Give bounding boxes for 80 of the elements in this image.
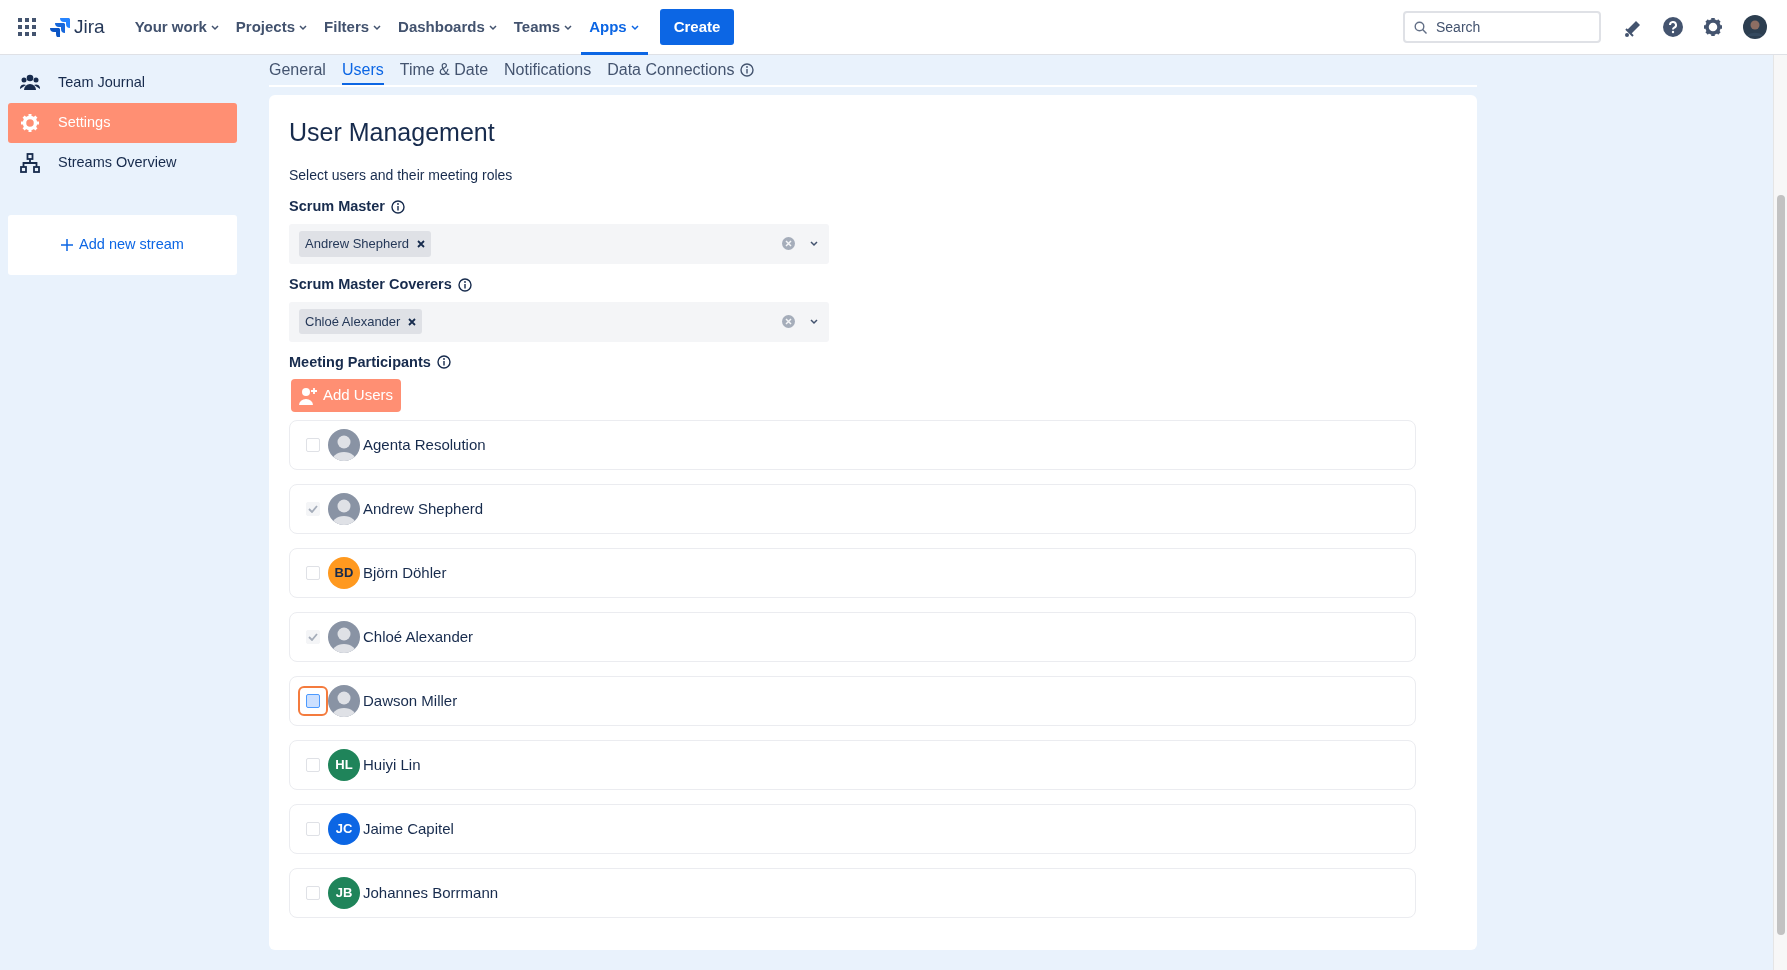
caret-icon [209, 22, 220, 32]
avatar-icon [328, 684, 360, 717]
participant-name: Jaime Capitel [363, 818, 454, 839]
participant-row[interactable]: BD Björn Döhler [289, 547, 1416, 598]
settings-icon[interactable] [1703, 17, 1723, 37]
nav-menu[interactable]: Filters [316, 0, 391, 55]
caret-icon [563, 22, 574, 32]
help-icon[interactable] [1663, 17, 1683, 37]
chevron-down-icon [809, 317, 819, 326]
participant-name: Johannes Borrmann [363, 882, 499, 903]
checkbox[interactable] [306, 693, 320, 708]
participant-row[interactable]: JB Johannes Borrmann [289, 867, 1416, 918]
tab[interactable]: Users [341, 55, 384, 85]
remove-icon [408, 317, 417, 326]
participant-name: Björn Döhler [363, 562, 447, 583]
add-stream-button[interactable]: Add new stream [8, 215, 237, 275]
participant-name: Andrew Shepherd [363, 498, 484, 519]
sidebar-item[interactable]: Team Journal [8, 63, 237, 103]
user-tag: Andrew Shepherd [299, 231, 432, 257]
avatar-icon [328, 620, 360, 653]
description: Select users and their meeting roles [289, 166, 513, 185]
add-user-icon [299, 386, 317, 405]
caret-icon [629, 22, 640, 32]
participant-name: Agenta Resolution [363, 434, 486, 455]
nav-menu[interactable]: Teams [505, 0, 582, 55]
plus-icon [61, 239, 74, 251]
people-icon [20, 73, 40, 93]
remove-icon [417, 239, 426, 248]
avatar-icon [328, 428, 360, 461]
field-label: Scrum Master Coverers [289, 274, 452, 294]
avatar: JB [328, 876, 360, 909]
check-icon [308, 632, 318, 641]
tab[interactable]: Time & Date [399, 55, 489, 85]
clear-icon [782, 237, 795, 251]
nav-menu[interactable]: Dashboards [390, 0, 506, 55]
participant-row[interactable]: Chloé Alexander [289, 611, 1416, 662]
avatar-icon[interactable] [1743, 15, 1767, 39]
participant-row[interactable]: Dawson Miller [289, 675, 1416, 726]
participant-row[interactable]: Andrew Shepherd [289, 483, 1416, 534]
nav-menu[interactable]: Projects [227, 0, 317, 55]
select-field[interactable]: Chloé Alexander [289, 301, 829, 342]
sidebar-item[interactable]: Streams Overview [8, 143, 237, 183]
participant-row[interactable]: Agenta Resolution [289, 419, 1416, 470]
chevron-down-icon [809, 239, 819, 249]
field-label: Meeting Participants [289, 352, 431, 372]
info-icon [390, 199, 405, 214]
caret-icon [372, 22, 383, 32]
product-name[interactable]: Jira [74, 12, 105, 42]
gear-icon [20, 113, 40, 133]
participant-row[interactable]: JC Jaime Capitel [289, 803, 1416, 854]
caret-icon [298, 22, 309, 32]
panel-title: User Management [289, 117, 496, 147]
search-icon [1414, 21, 1427, 34]
participant-row[interactable]: HL Huiyi Lin [289, 739, 1416, 790]
avatar: HL [328, 748, 360, 781]
scrollbar[interactable] [1773, 55, 1787, 970]
tab[interactable]: General [269, 55, 326, 85]
hierarchy-icon [20, 153, 40, 173]
check-icon [308, 504, 318, 513]
participant-name: Dawson Miller [363, 690, 458, 711]
tab[interactable]: Data Connections [607, 55, 755, 85]
info-icon [436, 355, 451, 370]
user-tag: Chloé Alexander [299, 308, 423, 335]
select-field[interactable]: Andrew Shepherd [289, 223, 829, 264]
caret-icon [487, 22, 498, 32]
avatar-icon [328, 492, 360, 525]
clear-icon [782, 315, 795, 328]
app-switcher-icon[interactable] [18, 18, 36, 36]
search-field[interactable]: Search [1403, 11, 1601, 43]
info-icon [457, 277, 472, 292]
nav-menu[interactable]: Your work [126, 0, 228, 55]
participant-name: Chloé Alexander [363, 626, 474, 647]
tab[interactable]: Notifications [504, 55, 592, 85]
logo-icon [50, 17, 70, 37]
nav-menu[interactable]: Apps [581, 0, 648, 55]
create-button[interactable]: Create [659, 8, 735, 46]
avatar: JC [328, 812, 360, 845]
avatar: BD [328, 556, 360, 589]
field-label: Scrum Master [289, 197, 385, 216]
participant-name: Huiyi Lin [363, 754, 421, 775]
